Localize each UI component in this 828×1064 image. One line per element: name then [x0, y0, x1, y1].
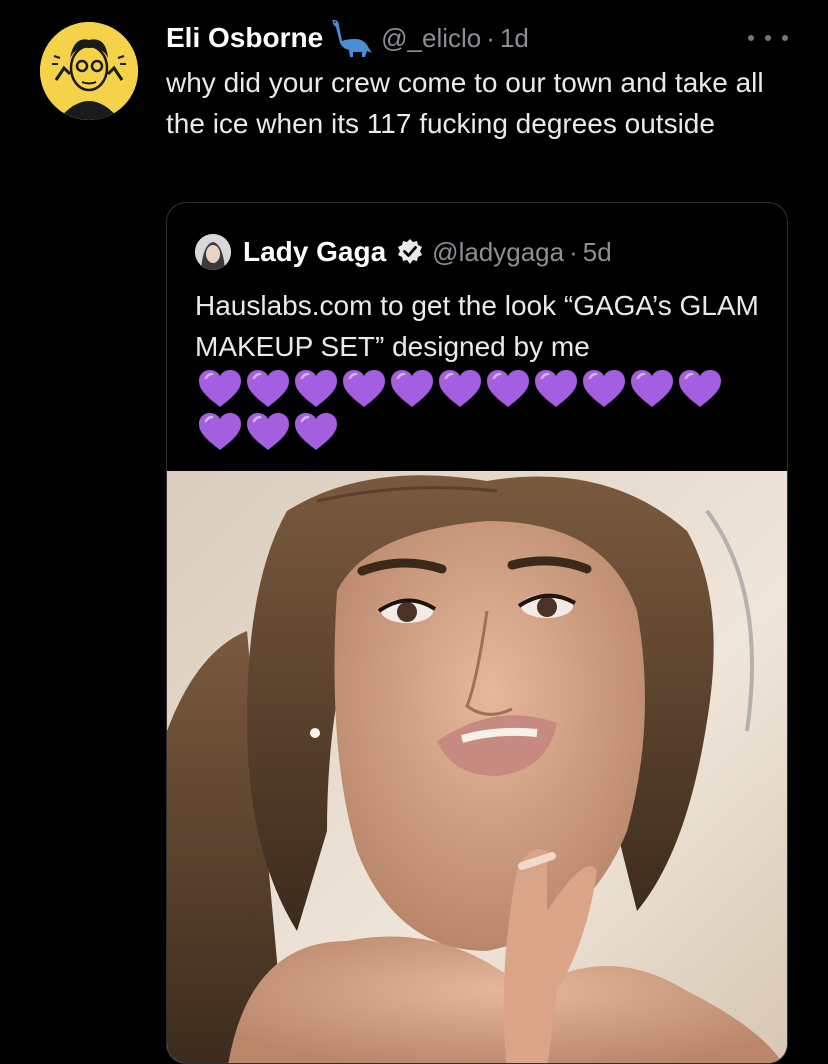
tweet[interactable]: Eli Osborne @_eliclo · 1d why did your c… [0, 0, 828, 1064]
purple-heart-icon [389, 369, 435, 409]
verified-badge-icon [396, 238, 424, 266]
purple-heart-icon [293, 412, 339, 452]
separator-dot: · [486, 22, 495, 53]
purple-heart-icon [293, 369, 339, 409]
tweet-text: why did your crew come to our town and t… [166, 67, 764, 139]
purple-heart-icon [197, 412, 243, 452]
purple-hearts-row [197, 369, 757, 452]
quoted-author-avatar[interactable] [195, 234, 231, 270]
tweet-header: Eli Osborne @_eliclo · 1d [166, 18, 529, 58]
tweet-timestamp[interactable]: 1d [500, 23, 529, 54]
more-options-icon[interactable] [748, 26, 788, 50]
purple-heart-icon [485, 369, 531, 409]
separator-dot: · [569, 236, 578, 267]
quoted-tweet-card[interactable]: Lady Gaga @ladygaga · 5d Hauslabs.com to… [166, 202, 788, 1064]
author-display-name[interactable]: Eli Osborne [166, 22, 323, 54]
quoted-author-handle[interactable]: @ladygaga [432, 237, 564, 268]
purple-heart-icon [245, 369, 291, 409]
author-avatar[interactable] [40, 22, 138, 120]
dinosaur-icon [329, 17, 373, 59]
purple-heart-icon [581, 369, 627, 409]
quoted-author-display-name[interactable]: Lady Gaga [243, 236, 386, 268]
selfie-photo [167, 471, 787, 1063]
quoted-tweet-text: Hauslabs.com to get the look “GAGA’s GLA… [195, 290, 759, 362]
cartoon-avatar-icon [40, 22, 138, 120]
purple-heart-icon [197, 369, 243, 409]
quoted-tweet-header: Lady Gaga @ladygaga · 5d [195, 231, 612, 273]
purple-heart-icon [245, 412, 291, 452]
author-handle[interactable]: @_eliclo [381, 23, 481, 54]
purple-heart-icon [629, 369, 675, 409]
purple-heart-icon [677, 369, 723, 409]
purple-heart-icon [341, 369, 387, 409]
purple-heart-icon [533, 369, 579, 409]
quoted-tweet-photo[interactable] [167, 471, 787, 1063]
quoted-tweet-timestamp[interactable]: 5d [583, 237, 612, 268]
purple-heart-icon [437, 369, 483, 409]
